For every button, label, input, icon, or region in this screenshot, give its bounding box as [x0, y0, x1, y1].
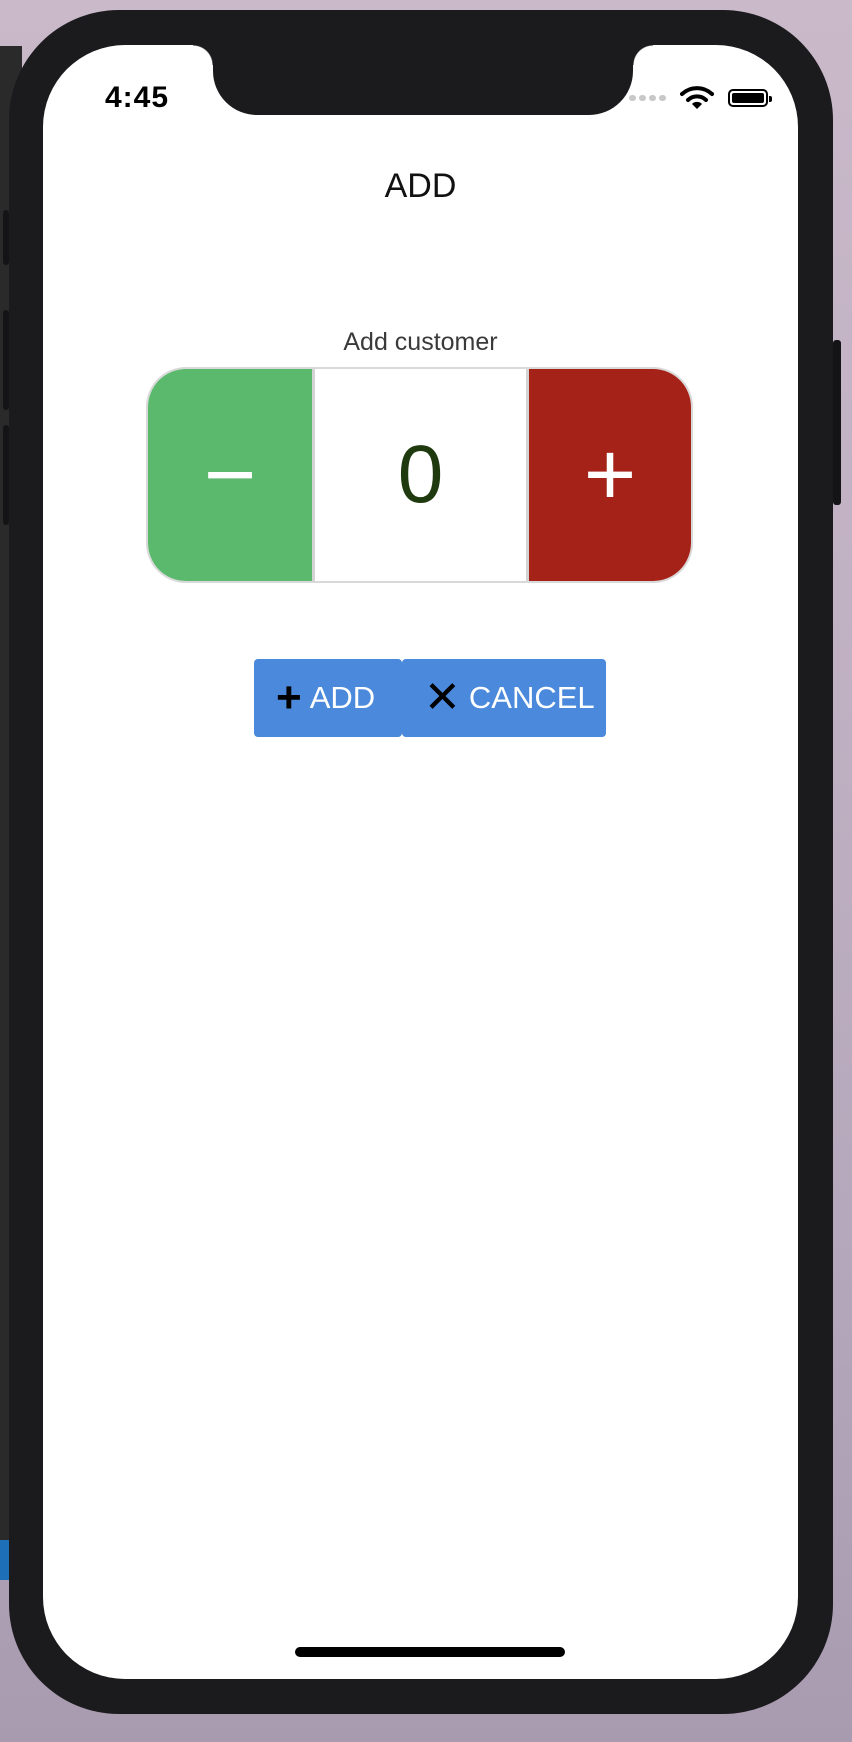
close-icon: ✕ [424, 673, 461, 722]
power-button [833, 340, 841, 505]
app-screen: 4:45 ADD Add customer − 0 + + ADD ✕ CANC… [43, 45, 798, 1679]
cancel-button-label: CANCEL [468, 680, 595, 715]
battery-icon [728, 89, 772, 107]
cancel-button[interactable]: ✕ CANCEL [402, 659, 606, 737]
increment-button[interactable]: + [526, 369, 691, 581]
volume-up-button [3, 310, 9, 410]
decrement-button[interactable]: − [148, 369, 315, 581]
quantity-stepper: − 0 + [146, 367, 693, 583]
mute-switch [3, 210, 9, 265]
add-button[interactable]: + ADD [254, 659, 402, 737]
volume-down-button [3, 425, 9, 525]
notch [193, 45, 653, 115]
status-icons [629, 85, 772, 111]
status-time: 4:45 [105, 81, 170, 114]
signal-icon [629, 95, 666, 101]
action-buttons: + ADD ✕ CANCEL [254, 659, 606, 737]
page-title: ADD [384, 167, 457, 205]
stepper-value[interactable]: 0 [315, 369, 526, 581]
wifi-icon [680, 86, 714, 109]
home-indicator[interactable] [295, 1647, 565, 1657]
plus-icon: + [276, 673, 302, 722]
add-button-label: ADD [309, 680, 376, 715]
phone-frame: 4:45 ADD Add customer − 0 + + ADD ✕ CANC… [3, 10, 841, 1714]
field-label: Add customer [343, 328, 498, 356]
